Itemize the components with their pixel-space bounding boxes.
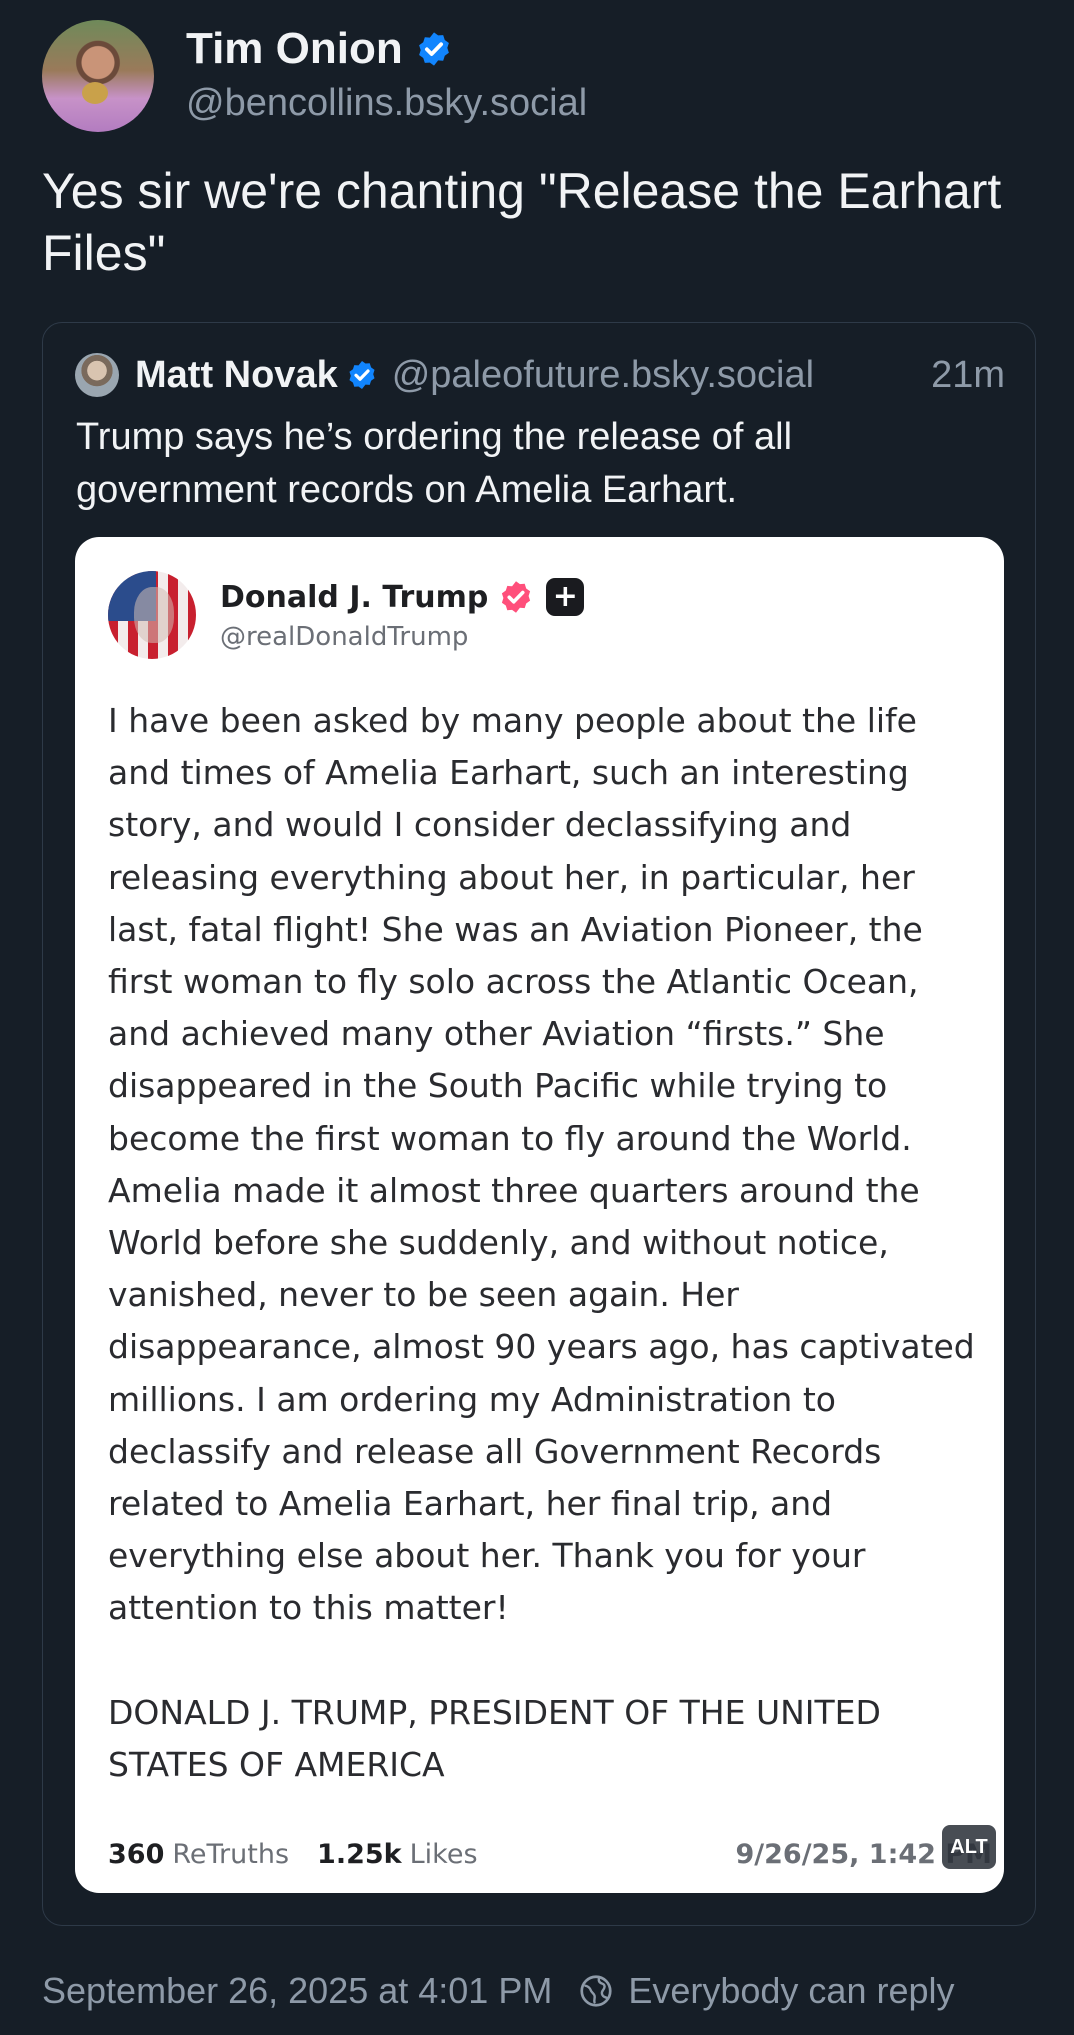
post-meta: September 26, 2025 at 4:01 PM Everybody … — [42, 1970, 955, 2012]
author-name[interactable]: Tim Onion — [186, 24, 403, 74]
truth-avatar — [108, 571, 196, 659]
truth-verified-badge-icon — [502, 581, 531, 613]
embedded-image[interactable]: Donald J. Trump + @realDonaldTrump I hav… — [75, 537, 1004, 1893]
truth-identity: Donald J. Trump + @realDonaldTrump — [220, 578, 585, 652]
truth-footer: 360 ReTruths 1.25k Likes 9/26/25, 1:42 P… — [108, 1839, 992, 1870]
globe-icon — [580, 1975, 612, 2007]
likes-count: 1.25k — [317, 1839, 402, 1870]
author-avatar[interactable] — [42, 20, 154, 132]
truth-header: Donald J. Trump + @realDonaldTrump — [108, 571, 585, 659]
quote-header: Matt Novak @paleofuture.bsky.social 21m — [75, 353, 1005, 397]
truth-body: I have been asked by many people about t… — [108, 701, 975, 1785]
author-text: Tim Onion @bencollins.bsky.social — [186, 24, 587, 128]
truth-author-handle: @realDonaldTrump — [220, 622, 469, 652]
post-author[interactable]: Tim Onion @bencollins.bsky.social — [42, 20, 587, 132]
quoted-post[interactable]: Matt Novak @paleofuture.bsky.social 21m … — [42, 322, 1036, 1926]
verified-check-icon — [349, 361, 375, 389]
retruths-count: 360 — [108, 1839, 165, 1870]
quote-time: 21m — [931, 353, 1005, 396]
post-text: Yes sir we're chanting "Release the Earh… — [42, 163, 1002, 281]
author-handle[interactable]: @bencollins.bsky.social — [186, 78, 587, 128]
truth-name-row: Donald J. Trump + — [220, 578, 585, 616]
truth-author-name: Donald J. Trump — [220, 579, 489, 615]
quote-author-handle[interactable]: @paleofuture.bsky.social — [392, 354, 814, 397]
author-name-row: Tim Onion — [186, 24, 587, 74]
alt-text-button[interactable]: ALT — [942, 1825, 996, 1869]
quote-author-name[interactable]: Matt Novak — [135, 354, 338, 397]
reply-setting[interactable]: Everybody can reply — [628, 1970, 954, 2012]
post-timestamp: September 26, 2025 at 4:01 PM — [42, 1970, 553, 2011]
quote-text: Trump says he’s ordering the release of … — [76, 416, 793, 511]
retruths-label: ReTruths — [172, 1839, 290, 1870]
quote-avatar[interactable] — [75, 353, 119, 397]
verified-check-icon — [418, 32, 449, 66]
likes-label: Likes — [409, 1839, 478, 1870]
truth-plus-icon: + — [546, 578, 585, 616]
